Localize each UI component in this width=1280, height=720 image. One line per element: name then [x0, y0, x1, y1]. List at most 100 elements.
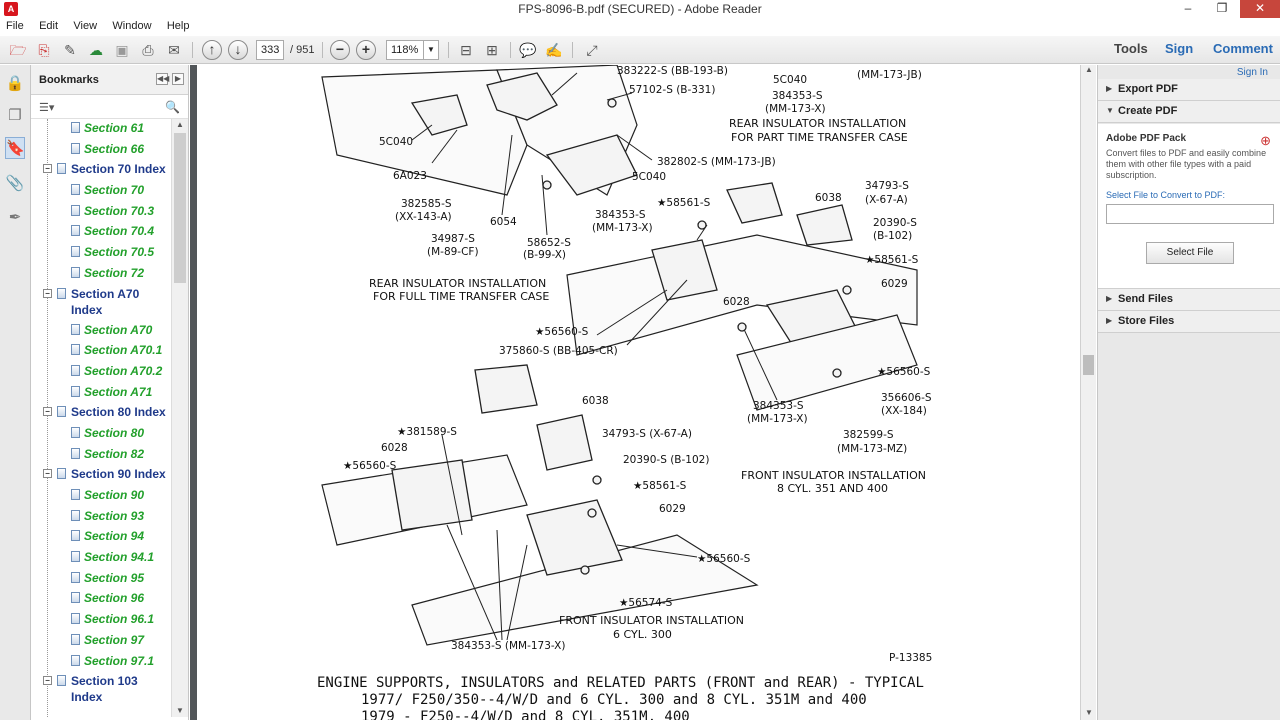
part-label: 356606-S: [881, 392, 932, 404]
bookmark-item[interactable]: Section A70.2: [31, 362, 171, 383]
send-files-section[interactable]: ▶ Send Files: [1098, 289, 1280, 311]
bookmark-page-icon: [71, 364, 80, 376]
scroll-down-icon[interactable]: ▼: [1081, 708, 1097, 720]
bracket-34793-lower-part: [536, 414, 593, 471]
select-file-button[interactable]: Select File: [1146, 242, 1234, 264]
bookmark-item[interactable]: Section 90: [31, 486, 171, 507]
file-input[interactable]: [1106, 204, 1274, 224]
save-icon[interactable]: ▣: [112, 40, 132, 60]
menu-help[interactable]: Help: [161, 18, 196, 34]
document-area[interactable]: 383222-S (BB-193-B) 5C040 (MM-173-JB) 38…: [190, 65, 1096, 720]
scroll-up-icon[interactable]: ▲: [172, 119, 188, 131]
fit-width-icon[interactable]: ⊞: [482, 40, 502, 60]
part-label: 6A023: [393, 170, 427, 182]
menu-file[interactable]: File: [0, 18, 30, 34]
edit-icon[interactable]: ✎: [60, 40, 80, 60]
comment-bubble-icon[interactable]: 💬: [518, 40, 538, 60]
scroll-up-icon[interactable]: ▲: [1081, 65, 1097, 77]
bookmark-item[interactable]: Section 82: [31, 445, 171, 466]
collapse-panel-icon[interactable]: ◀◀: [156, 73, 169, 85]
collapse-toggle-icon[interactable]: −: [43, 164, 52, 174]
bookmark-item[interactable]: Section 96.1: [31, 610, 171, 631]
bookmark-item[interactable]: Section 66: [31, 140, 171, 161]
collapse-toggle-icon[interactable]: −: [43, 676, 52, 686]
bookmark-item[interactable]: Section A70.1: [31, 341, 171, 362]
bookmarks-toolbar: ☰▾ 🔍: [31, 95, 188, 119]
bookmark-parent[interactable]: − Section 80 Index: [31, 403, 171, 424]
bookmark-item[interactable]: Section 70.4: [31, 222, 171, 243]
fit-page-icon[interactable]: ⊟: [456, 40, 476, 60]
signatures-icon[interactable]: ✒: [5, 207, 25, 229]
store-files-section[interactable]: ▶ Store Files: [1098, 311, 1280, 333]
bookmark-item[interactable]: Section 93: [31, 507, 171, 528]
bookmark-label: Section 94.1: [84, 550, 155, 565]
expand-panel-icon[interactable]: ▶: [172, 73, 184, 85]
bookmarks-scrollbar[interactable]: ▲ ▼: [171, 119, 188, 717]
print-icon[interactable]: ⎙: [138, 40, 158, 60]
zoom-in-button[interactable]: +: [356, 40, 376, 60]
section-caption: 6 CYL. 300: [613, 628, 672, 641]
bookmark-item[interactable]: Section 61: [31, 119, 171, 140]
sign-pen-icon[interactable]: ✍: [544, 40, 564, 60]
bookmarks-icon[interactable]: 🔖: [5, 137, 25, 159]
document-scrollbar[interactable]: ▲ ▼: [1080, 65, 1096, 720]
bookmark-parent[interactable]: − Section 70 Index: [31, 160, 171, 181]
scroll-thumb[interactable]: [174, 133, 186, 283]
menu-view[interactable]: View: [67, 18, 103, 34]
collapse-toggle-icon[interactable]: −: [43, 288, 52, 298]
open-icon[interactable]: 🗁: [8, 40, 28, 60]
collapse-toggle-icon[interactable]: −: [43, 407, 52, 417]
bookmark-item[interactable]: Section 96: [31, 589, 171, 610]
create-pdf-label: Create PDF: [1118, 105, 1178, 117]
page-number-input[interactable]: 333: [256, 40, 284, 60]
bookmark-parent[interactable]: − Section 90 Index: [31, 465, 171, 486]
bookmark-item[interactable]: Section 97.1: [31, 652, 171, 673]
lock-icon[interactable]: 🔒: [5, 73, 25, 95]
bookmark-item[interactable]: Section 72: [31, 264, 171, 285]
bookmark-item[interactable]: Section 95: [31, 569, 171, 590]
scroll-down-icon[interactable]: ▼: [172, 705, 188, 717]
zoom-dropdown-icon[interactable]: ▼: [423, 40, 439, 60]
bookmark-item[interactable]: Section 94.1: [31, 548, 171, 569]
bookmark-item[interactable]: Section A70: [31, 321, 171, 342]
bookmark-parent[interactable]: − Section A70 Index: [31, 285, 171, 321]
restore-button[interactable]: ❐: [1208, 0, 1236, 18]
fullscreen-icon[interactable]: ⤢: [582, 40, 602, 60]
zoom-level-input[interactable]: 118%: [386, 40, 424, 60]
create-pdf-section[interactable]: ▼ Create PDF: [1098, 101, 1280, 123]
scroll-thumb[interactable]: [1083, 355, 1094, 375]
bookmark-item[interactable]: Section 94: [31, 527, 171, 548]
export-pdf-section[interactable]: ▶ Export PDF: [1098, 79, 1280, 101]
email-icon[interactable]: ✉: [164, 40, 184, 60]
create-pdf-icon[interactable]: ⎘: [34, 40, 54, 60]
page-thumbnails-icon[interactable]: ❐: [5, 105, 25, 127]
find-bookmark-icon[interactable]: 🔍: [165, 100, 180, 114]
options-menu-icon[interactable]: ☰▾: [39, 101, 54, 114]
bookmark-item[interactable]: Section 97: [31, 631, 171, 652]
menu-edit[interactable]: Edit: [33, 18, 64, 34]
bookmark-item[interactable]: Section 70: [31, 181, 171, 202]
sign-in-link[interactable]: Sign In: [1237, 67, 1268, 78]
previous-page-button[interactable]: ↑: [202, 40, 222, 60]
close-button[interactable]: ✕: [1240, 0, 1280, 18]
cloud-upload-icon[interactable]: ☁: [86, 40, 106, 60]
bookmark-page-icon: [71, 489, 80, 500]
bookmark-item[interactable]: Section 70.5: [31, 243, 171, 264]
bookmark-label: Section A70.2: [84, 363, 163, 378]
bookmark-item[interactable]: Section 70.3: [31, 202, 171, 223]
next-page-button[interactable]: ↓: [228, 40, 248, 60]
pack-title: Adobe PDF Pack: [1106, 133, 1187, 144]
comment-button[interactable]: Comment: [1213, 41, 1273, 56]
collapse-toggle-icon[interactable]: −: [43, 469, 52, 479]
bookmark-item[interactable]: Section A71: [31, 383, 171, 404]
attachments-icon[interactable]: 📎: [5, 173, 25, 195]
bookmark-item[interactable]: Section 80: [31, 424, 171, 445]
toolbar-divider: [572, 42, 573, 58]
tools-button[interactable]: Tools: [1114, 41, 1148, 56]
sign-button[interactable]: Sign: [1165, 41, 1193, 56]
menu-window[interactable]: Window: [106, 18, 157, 34]
zoom-out-button[interactable]: −: [330, 40, 350, 60]
part-label: 6028: [723, 296, 750, 308]
bookmark-parent[interactable]: − Section 103 Index: [31, 672, 171, 708]
minimize-button[interactable]: –: [1174, 0, 1202, 18]
